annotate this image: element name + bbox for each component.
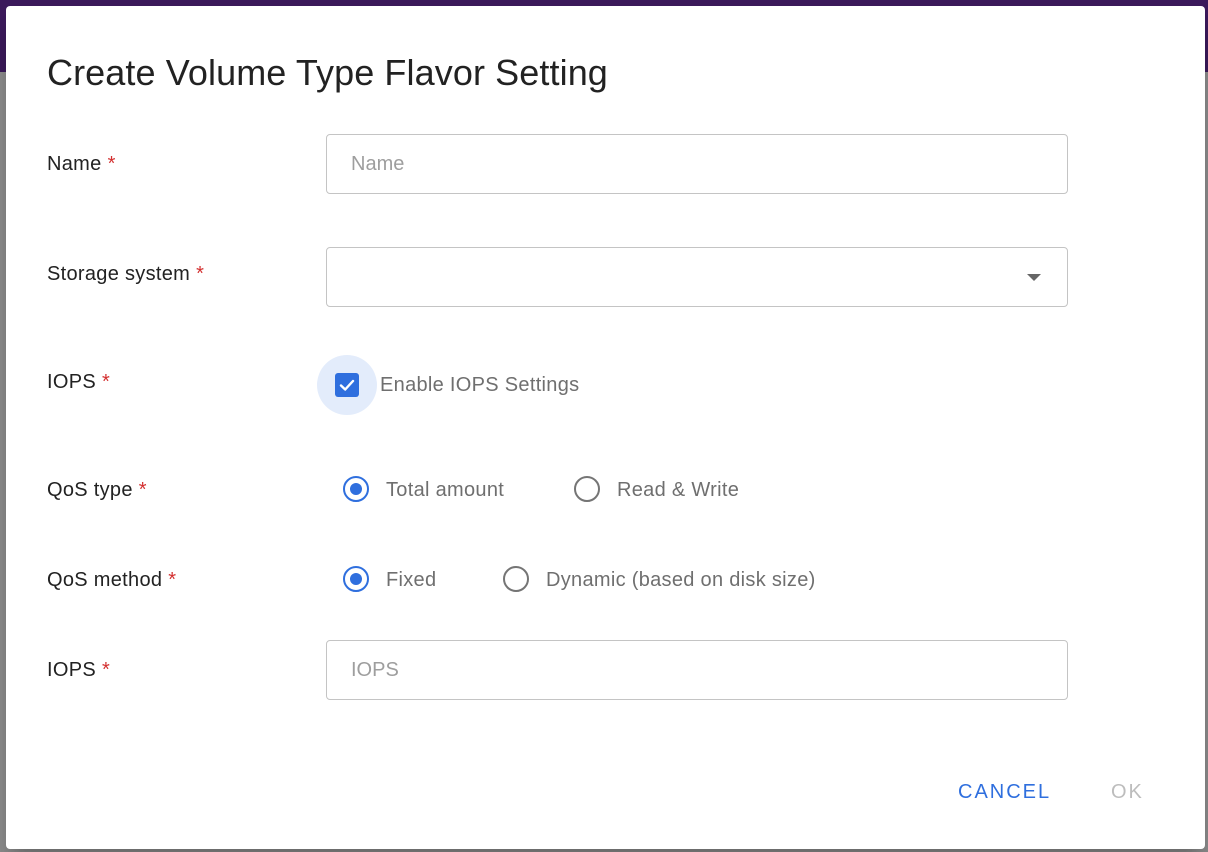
qos-method-label: QoS method *: [47, 569, 176, 592]
create-volume-type-dialog: Create Volume Type Flavor Setting Name * …: [6, 6, 1205, 849]
iops-enable-checkbox[interactable]: [335, 373, 359, 397]
storage-system-label: Storage system *: [47, 263, 204, 286]
qos-method-dynamic-radio[interactable]: [503, 566, 529, 592]
iops-value-field[interactable]: [326, 640, 1068, 700]
iops-enable-checkbox-ripple[interactable]: [317, 355, 377, 415]
required-marker: *: [107, 153, 116, 175]
iops-enable-checkbox-label[interactable]: Enable IOPS Settings: [380, 374, 579, 397]
qos-type-read-write-label[interactable]: Read & Write: [617, 479, 739, 502]
storage-system-label-text: Storage system: [47, 263, 191, 285]
required-marker: *: [196, 263, 205, 285]
qos-method-fixed-radio[interactable]: [343, 566, 369, 592]
iops-value-input[interactable]: [327, 641, 1067, 699]
required-marker: *: [168, 569, 177, 591]
iops-enable-label-text: IOPS: [47, 371, 96, 393]
required-marker: *: [102, 659, 111, 681]
dialog-title: Create Volume Type Flavor Setting: [47, 52, 608, 93]
cancel-button[interactable]: CANCEL: [958, 781, 1051, 804]
required-marker: *: [138, 479, 147, 501]
qos-type-total-amount-radio[interactable]: [343, 476, 369, 502]
check-icon: [339, 379, 355, 391]
iops-value-label-text: IOPS: [47, 659, 96, 681]
name-input[interactable]: [327, 135, 1067, 193]
qos-method-fixed-label[interactable]: Fixed: [386, 569, 436, 592]
name-label-text: Name: [47, 153, 102, 175]
dropdown-arrow-icon[interactable]: [1027, 274, 1041, 281]
storage-system-select[interactable]: [326, 247, 1068, 307]
name-field[interactable]: [326, 134, 1068, 194]
qos-type-label-text: QoS type: [47, 479, 133, 501]
qos-type-read-write-radio[interactable]: [574, 476, 600, 502]
required-marker: *: [102, 371, 111, 393]
qos-method-dynamic-label[interactable]: Dynamic (based on disk size): [546, 569, 816, 592]
iops-value-label: IOPS *: [47, 659, 110, 682]
qos-method-label-text: QoS method: [47, 569, 163, 591]
qos-type-label: QoS type *: [47, 479, 147, 502]
iops-enable-label: IOPS *: [47, 371, 110, 394]
ok-button[interactable]: OK: [1111, 781, 1144, 804]
qos-type-total-amount-label[interactable]: Total amount: [386, 479, 504, 502]
name-label: Name *: [47, 153, 116, 176]
